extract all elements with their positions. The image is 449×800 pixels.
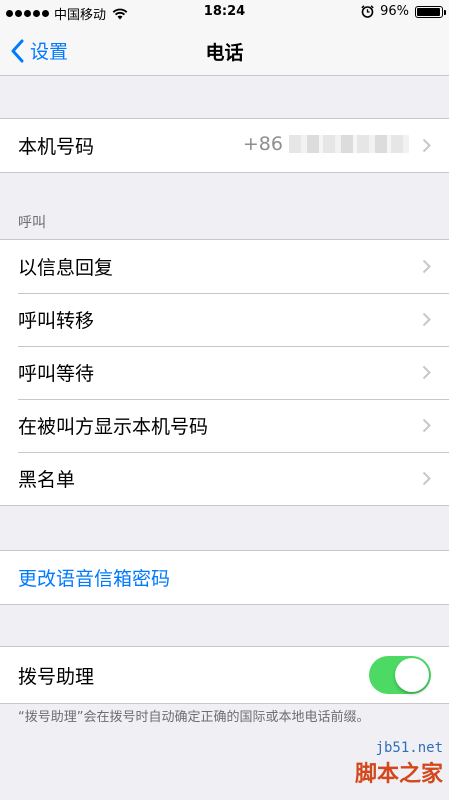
row-label: 黑名单 [18,469,76,491]
chevron-right-icon [422,471,431,486]
dial-assist-row: 拨号助理 [0,647,449,703]
my-number-label: 本机号码 [18,136,95,158]
my-number-group: 本机号码 +86 [0,118,449,173]
calls-section-header: 呼叫 [18,215,46,231]
status-bar: 中国移动 18:24 96% [0,0,449,26]
chevron-right-icon [422,365,431,380]
chevron-right-icon [422,138,431,153]
chevron-right-icon [422,259,431,274]
row-label: 在被叫方显示本机号码 [18,416,209,438]
row-label: 呼叫等待 [18,363,95,385]
call-waiting-row[interactable]: 呼叫等待 [0,346,449,399]
row-label: 以信息回复 [18,257,114,279]
change-voicemail-password-row[interactable]: 更改语音信箱密码 [0,551,449,604]
chevron-right-icon [422,418,431,433]
blocked-list-row[interactable]: 黑名单 [0,452,449,505]
watermark-name: 脚本之家 [354,762,443,787]
call-forwarding-row[interactable]: 呼叫转移 [0,293,449,346]
show-caller-id-row[interactable]: 在被叫方显示本机号码 [0,399,449,452]
my-number-prefix: +86 [242,133,283,155]
battery-icon [415,5,446,18]
watermark-url: jb51.net [375,740,443,756]
voicemail-group: 更改语音信箱密码 [0,550,449,605]
dial-assist-footer: “拨号助理”会在拨号时自动确定正确的国际或本地电话前缀。 [18,710,370,725]
navigation-bar: 设置 电话 [0,26,449,76]
row-label: 呼叫转移 [18,310,95,332]
redacted-number [289,135,409,153]
chevron-right-icon [422,312,431,327]
calls-group: 以信息回复 呼叫转移 呼叫等待 在被叫方显示本机号码 黑名单 [0,239,449,506]
reply-with-message-row[interactable]: 以信息回复 [0,240,449,293]
watermark: jb51.net 脚本之家 [323,740,443,798]
my-number-row[interactable]: 本机号码 +86 [0,119,449,172]
dial-assist-group: 拨号助理 [0,646,449,704]
alarm-clock-icon [361,5,374,18]
dial-assist-label: 拨号助理 [18,665,95,688]
toggle-knob [395,658,429,692]
status-right: 96% [361,4,446,19]
change-voicemail-password-link[interactable]: 更改语音信箱密码 [18,564,170,591]
battery-percent: 96% [380,4,409,19]
my-number-value: +86 [243,133,409,155]
dial-assist-toggle[interactable] [369,656,431,694]
page-title: 电话 [205,42,244,64]
